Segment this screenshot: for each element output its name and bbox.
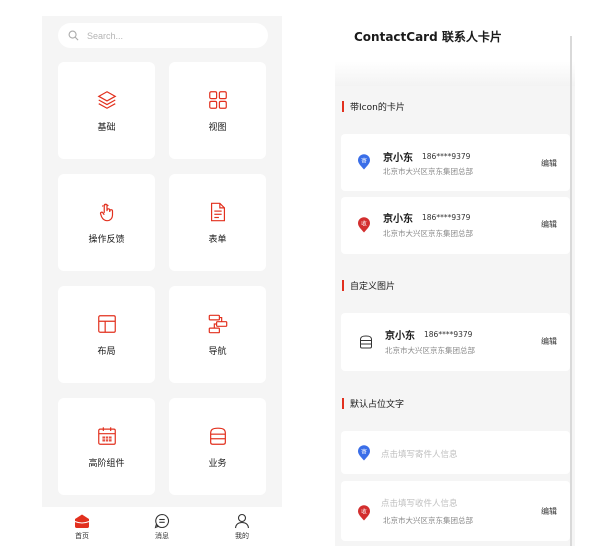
section-accent-bar <box>342 280 344 291</box>
contact-card-receiver[interactable]: 收 京小东 186****9379 北京市大兴区京东集团总部 编辑 <box>341 197 570 254</box>
document-icon <box>210 202 225 221</box>
search-input[interactable] <box>87 30 237 41</box>
section-title-text: 自定义图片 <box>350 282 396 292</box>
section-title-text: 默认占位文字 <box>350 400 405 410</box>
tab-label: 首页 <box>75 531 89 540</box>
contact-address: 北京市大兴区京东集团总部 <box>383 167 473 176</box>
receiver-pin-icon: 收 <box>357 505 371 521</box>
pin-label: 寄 <box>361 448 367 456</box>
tile-basic[interactable]: 基础 <box>58 62 155 159</box>
sender-pin-icon: 寄 <box>357 154 371 170</box>
placeholder-card-receiver[interactable]: 收 点击填写收件人信息 北京市大兴区京东集团总部 编辑 <box>341 481 570 541</box>
tile-label: 表单 <box>208 234 227 245</box>
calendar-icon <box>97 426 116 445</box>
sender-pin-icon: 寄 <box>357 445 371 461</box>
pin-label: 收 <box>361 220 367 228</box>
contact-card-demo-screen: ContactCard 联系人卡片 带Icon的卡片 寄 京小东 186****… <box>335 16 575 546</box>
navigation-icon <box>208 314 227 333</box>
tab-label: 我的 <box>235 531 249 540</box>
contact-card-custom-image[interactable]: 京小东 186****9379 北京市大兴区京东集团总部 编辑 <box>341 313 570 371</box>
custom-box-icon <box>359 334 373 350</box>
tile-label: 业务 <box>208 458 227 469</box>
section-title-text: 带Icon的卡片 <box>350 103 405 113</box>
tile-layout[interactable]: 布局 <box>58 286 155 383</box>
contact-address: 北京市大兴区京东集团总部 <box>383 516 473 525</box>
receiver-pin-icon: 收 <box>357 217 371 233</box>
scrollbar[interactable] <box>570 36 572 546</box>
section-title-icon-cards: 带Icon的卡片 <box>342 100 405 113</box>
layout-icon <box>97 314 116 333</box>
contact-name: 京小东 <box>383 153 413 164</box>
placeholder-text: 点击填写寄件人信息 <box>381 450 458 460</box>
user-icon <box>234 513 250 528</box>
tile-label: 基础 <box>97 122 116 133</box>
pin-label: 收 <box>361 508 367 516</box>
placeholder-text: 点击填写收件人信息 <box>381 499 458 509</box>
edit-link[interactable]: 编辑 <box>541 158 557 169</box>
search-icon <box>68 30 79 41</box>
pin-label: 寄 <box>361 157 367 165</box>
tile-label: 视图 <box>208 122 227 133</box>
contact-address: 北京市大兴区京东集团总部 <box>383 229 473 238</box>
tab-home[interactable]: 首页 <box>52 513 112 541</box>
home-icon <box>74 514 90 528</box>
tile-label: 布局 <box>97 346 116 357</box>
section-accent-bar <box>342 101 344 112</box>
tile-label: 高阶组件 <box>88 458 125 469</box>
page-header: ContactCard 联系人卡片 <box>335 16 575 86</box>
section-title-default-placeholder: 默认占位文字 <box>342 397 404 410</box>
contact-phone: 186****9379 <box>422 152 471 161</box>
contact-phone: 186****9379 <box>422 213 471 222</box>
contact-phone: 186****9379 <box>424 330 473 339</box>
edit-link[interactable]: 编辑 <box>541 336 557 347</box>
tile-advanced[interactable]: 高阶组件 <box>58 398 155 495</box>
layers-icon <box>97 90 116 109</box>
tile-label: 导航 <box>208 346 227 357</box>
placeholder-card-sender[interactable]: 寄 点击填写寄件人信息 <box>341 431 570 474</box>
tab-messages[interactable]: 消息 <box>132 513 192 541</box>
contact-card-sender[interactable]: 寄 京小东 186****9379 北京市大兴区京东集团总部 编辑 <box>341 134 570 191</box>
contact-name: 京小东 <box>383 214 413 225</box>
grid-icon <box>208 90 227 109</box>
page-title: ContactCard 联系人卡片 <box>354 30 502 44</box>
section-accent-bar <box>342 398 344 409</box>
tile-form[interactable]: 表单 <box>169 174 266 271</box>
hand-pointer-icon <box>99 203 113 221</box>
edit-link[interactable]: 编辑 <box>541 506 557 517</box>
tab-label: 消息 <box>155 531 169 540</box>
message-icon <box>154 513 170 528</box>
tile-label: 操作反馈 <box>88 234 125 245</box>
edit-link[interactable]: 编辑 <box>541 219 557 230</box>
section-title-custom-image: 自定义图片 <box>342 279 395 292</box>
tile-view[interactable]: 视图 <box>169 62 266 159</box>
tab-profile[interactable]: 我的 <box>212 513 272 541</box>
contact-name: 京小东 <box>385 331 415 342</box>
box-icon <box>209 427 226 445</box>
tile-navigation[interactable]: 导航 <box>169 286 266 383</box>
search-bar[interactable] <box>58 23 268 48</box>
tile-business[interactable]: 业务 <box>169 398 266 495</box>
tile-feedback[interactable]: 操作反馈 <box>58 174 155 271</box>
bottom-tabbar: 首页 消息 我的 <box>42 507 282 546</box>
component-home-screen: 基础 视图 操作反馈 表单 <box>42 16 282 546</box>
contact-address: 北京市大兴区京东集团总部 <box>385 346 475 355</box>
